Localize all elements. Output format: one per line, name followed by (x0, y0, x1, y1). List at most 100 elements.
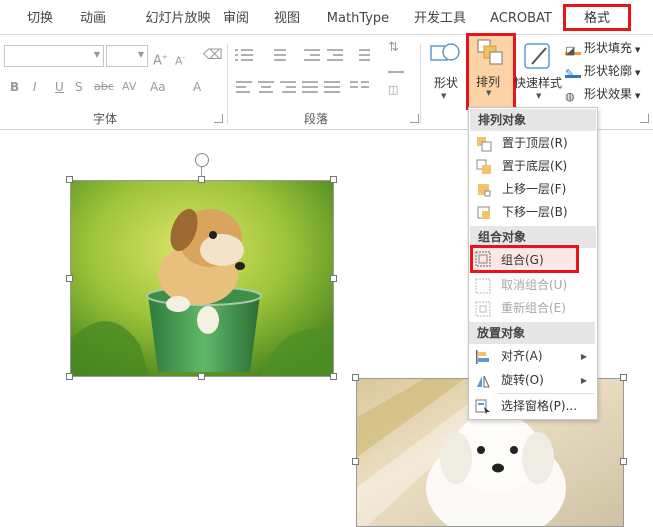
menu-item-send-to-back[interactable]: 置于底层(K) (470, 155, 596, 178)
menu-item-label: 取消组合(U) (501, 278, 568, 292)
shrink-font-icon[interactable]: A- (175, 50, 185, 70)
menu-item-label: 置于底层(K) (502, 159, 568, 173)
underline-icon[interactable]: U (55, 79, 64, 95)
font-color-icon[interactable]: A (193, 79, 201, 95)
bring-to-front-icon (477, 137, 492, 152)
resize-handle[interactable] (330, 373, 337, 380)
char-spacing-icon[interactable]: AV (122, 79, 136, 95)
align-right-icon[interactable] (280, 80, 296, 94)
arrange-button[interactable]: ▼ (466, 33, 516, 110)
tab-developer[interactable]: 开发工具 (407, 0, 473, 34)
menu-item-label: 组合(G) (501, 253, 544, 267)
group-icon (475, 251, 491, 267)
resize-handle[interactable] (352, 458, 359, 465)
arrange-icon (477, 39, 503, 65)
text-direction-icon[interactable]: ⇅ (388, 40, 412, 64)
divider (227, 44, 228, 124)
submenu-arrow-icon: ▶ (580, 352, 587, 361)
paragraph-group-label: 段落 (304, 112, 329, 126)
align-center-icon[interactable] (258, 80, 274, 94)
decrease-indent-icon[interactable] (304, 47, 320, 63)
shape-effects-button[interactable]: ◍ 形状效果 ▼ (565, 84, 640, 104)
tab-transitions[interactable]: 切换 (18, 0, 62, 34)
tab-acrobat[interactable]: ACROBAT (485, 0, 557, 34)
align-text-icon[interactable] (388, 66, 410, 80)
bullets-icon[interactable] (235, 47, 255, 63)
line-spacing-icon[interactable] (354, 47, 370, 63)
strikethrough-icon[interactable]: abc (94, 79, 114, 95)
drawing-dialog-launcher-icon[interactable] (640, 114, 649, 123)
pen-icon: ✎ (565, 64, 581, 80)
shape-outline-label: 形状轮廓 (584, 64, 633, 78)
resize-handle[interactable] (66, 275, 73, 282)
font-name-combo[interactable]: ▼ (4, 45, 104, 67)
resize-handle[interactable] (352, 374, 359, 381)
clear-format-icon[interactable]: ⌫ (203, 47, 223, 63)
rotate-handle-icon[interactable] (195, 153, 209, 167)
menu-item-align[interactable]: 对齐(A) ▶ (469, 345, 595, 368)
divider (420, 44, 421, 124)
menu-item-ungroup: 取消组合(U) (469, 274, 595, 297)
increase-indent-icon[interactable] (327, 47, 343, 63)
menu-item-regroup: 重新组合(E) (469, 297, 595, 320)
change-case-icon[interactable]: Aa (150, 79, 166, 95)
resize-handle[interactable] (620, 458, 627, 465)
ungroup-icon (475, 278, 491, 294)
quick-styles-button[interactable]: 快速样式 ▼ (514, 40, 562, 108)
font-size-combo[interactable]: ▼ (106, 45, 148, 67)
menu-item-rotate[interactable]: 旋转(O) ▶ (469, 369, 595, 392)
resize-handle[interactable] (330, 176, 337, 183)
chevron-down-icon: ▼ (441, 92, 447, 100)
smartart-icon[interactable]: ◫ (388, 83, 410, 97)
grow-font-icon[interactable]: A+ (153, 49, 168, 69)
paragraph-dialog-launcher-icon[interactable] (410, 114, 419, 123)
tab-review[interactable]: 审阅 (214, 0, 258, 34)
paint-bucket-icon: ◪ (565, 41, 581, 57)
resize-handle[interactable] (330, 275, 337, 282)
italic-icon[interactable]: I (33, 79, 37, 95)
resize-handle[interactable] (198, 176, 205, 183)
columns-icon[interactable] (350, 80, 372, 94)
menu-item-bring-forward[interactable]: 上移一层(F) (470, 178, 596, 201)
menu-item-group[interactable]: 组合(G) (470, 245, 579, 273)
effects-icon: ◍ (565, 90, 575, 103)
quick-styles-label: 快速样式 (514, 76, 563, 90)
align-icon (476, 350, 489, 364)
resize-handle[interactable] (198, 373, 205, 380)
shape-outline-button[interactable]: ✎ 形状轮廓 ▼ (565, 61, 640, 81)
menu-item-label: 置于顶层(R) (502, 136, 568, 150)
bring-forward-icon (478, 184, 491, 197)
menu-item-label: 对齐(A) (501, 349, 543, 363)
shape-fill-button[interactable]: ◪ 形状填充 ▼ (565, 38, 640, 58)
menu-item-selection-pane[interactable]: 选择窗格(P)... (469, 395, 595, 418)
menu-item-label: 上移一层(F) (502, 182, 567, 196)
align-left-icon[interactable] (236, 80, 252, 94)
puppy-in-bucket-picture[interactable] (70, 180, 334, 377)
resize-handle[interactable] (66, 176, 73, 183)
numbering-icon[interactable] (268, 47, 288, 63)
resize-handle[interactable] (620, 374, 627, 381)
menu-item-label: 重新组合(E) (501, 301, 566, 315)
chevron-down-icon: ▼ (137, 50, 144, 59)
menu-item-send-backward[interactable]: 下移一层(B) (470, 201, 596, 224)
resize-handle[interactable] (66, 373, 73, 380)
shape-effects-label: 形状效果 (584, 87, 633, 101)
tab-mathtype[interactable]: MathType (322, 0, 394, 34)
bold-icon[interactable]: B (10, 79, 19, 95)
submenu-arrow-icon: ▶ (580, 376, 587, 385)
shapes-button[interactable]: 形状 ▼ (426, 40, 466, 108)
menu-section-position: 放置对象 (469, 322, 595, 344)
selection-pane-icon (475, 399, 490, 414)
font-group-label: 字体 (93, 112, 118, 126)
justify-icon[interactable] (302, 80, 318, 94)
menu-item-label: 下移一层(B) (502, 205, 568, 219)
menu-item-bring-to-front[interactable]: 置于顶层(R) (470, 132, 596, 155)
tab-animations[interactable]: 动画 (71, 0, 115, 34)
tab-format[interactable]: 格式 (566, 0, 628, 34)
shadow-icon[interactable]: S (75, 79, 83, 95)
font-dialog-launcher-icon[interactable] (214, 114, 223, 123)
tab-view[interactable]: 视图 (265, 0, 309, 34)
shapes-icon (430, 43, 460, 61)
distributed-icon[interactable] (324, 80, 340, 94)
regroup-icon (475, 301, 491, 317)
